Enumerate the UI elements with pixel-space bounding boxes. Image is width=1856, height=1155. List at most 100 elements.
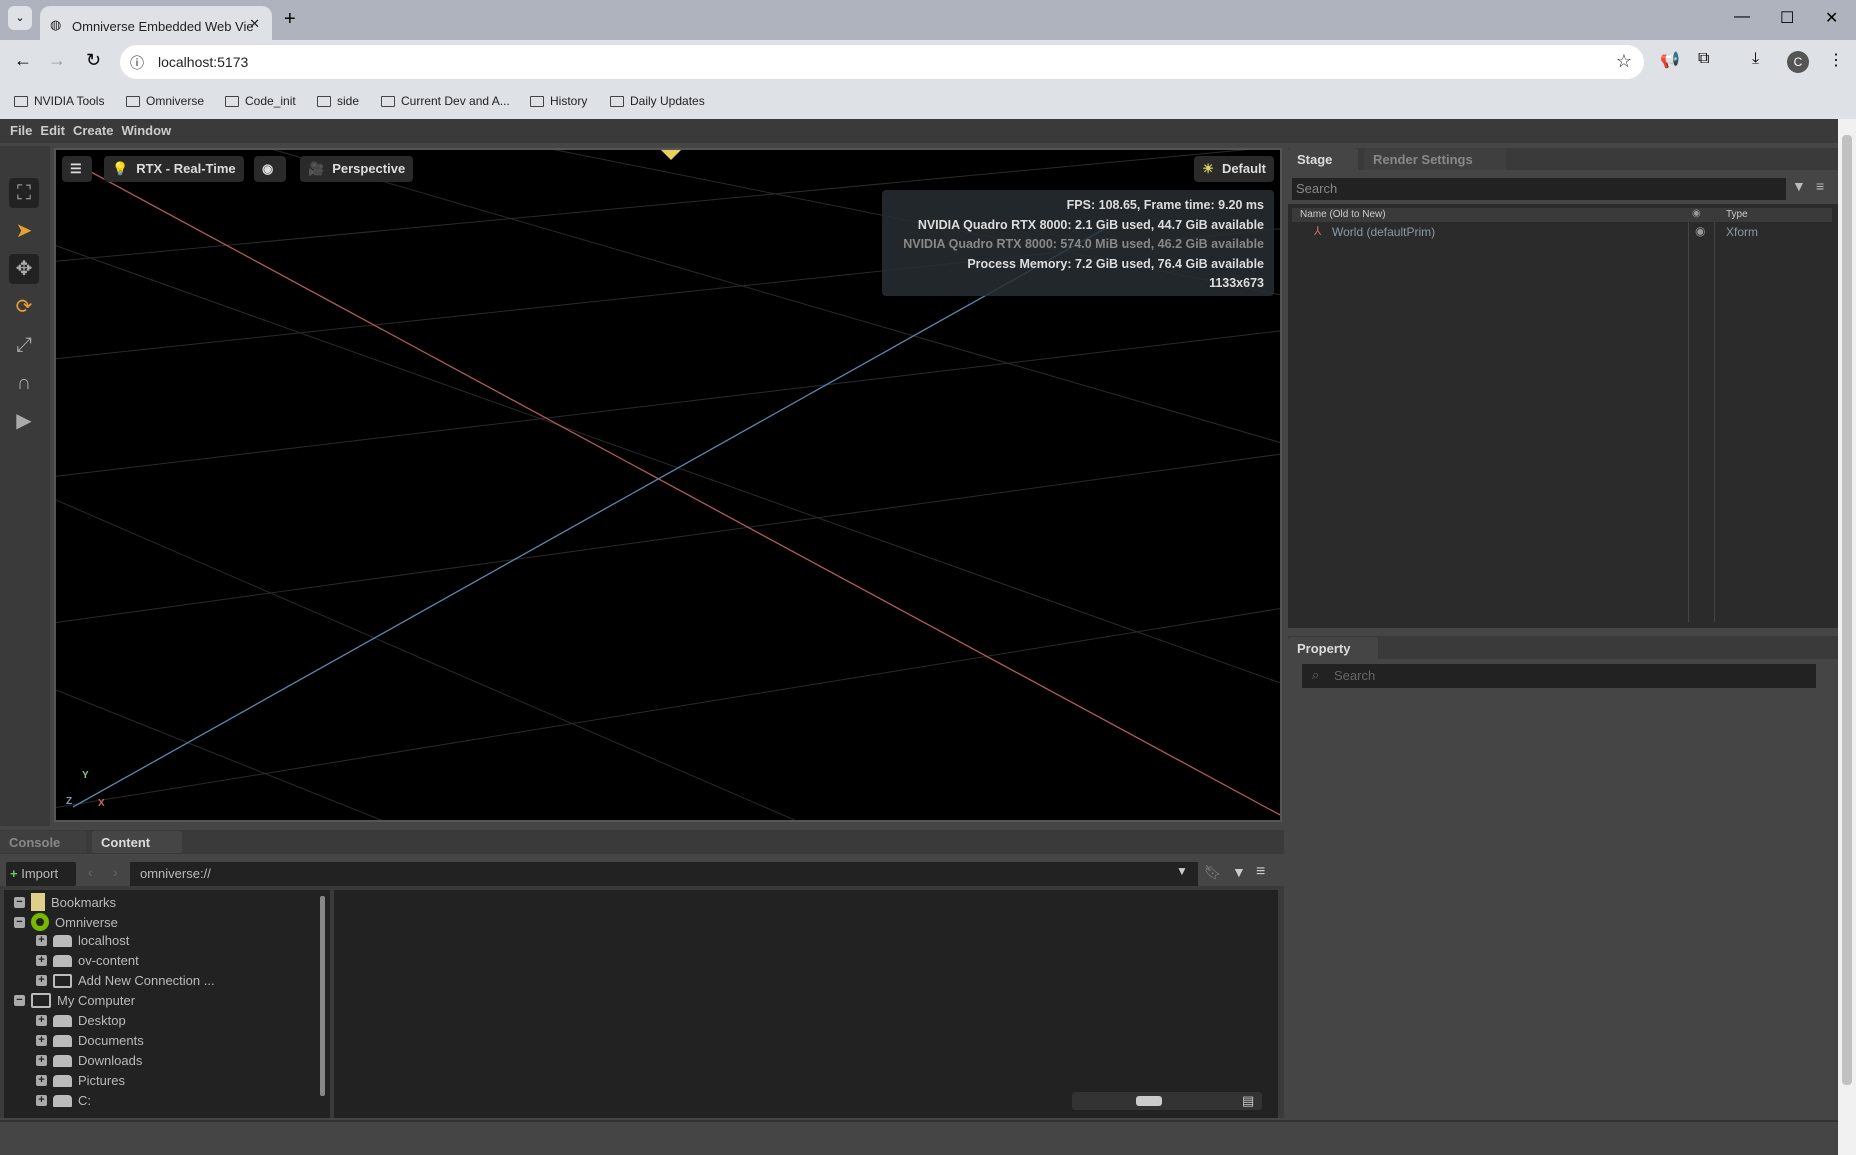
import-button[interactable]: + Import <box>6 862 76 886</box>
tab-search-button[interactable]: ⌄ <box>8 6 32 30</box>
tab-console[interactable]: Console <box>0 831 86 853</box>
tree-item[interactable]: + Downloads <box>36 1053 142 1068</box>
close-tab-icon[interactable]: ✕ <box>249 16 260 32</box>
bookmark-folder[interactable]: Code_init <box>225 94 296 108</box>
options-menu-icon[interactable]: ≡ <box>1816 178 1824 194</box>
bookmark-folder[interactable]: Omniverse <box>126 94 204 108</box>
page-scrollbar[interactable] <box>1838 119 1856 1155</box>
bookmark-folder[interactable]: Daily Updates <box>610 94 705 108</box>
url-text: localhost:5173 <box>158 54 249 70</box>
camera-button[interactable]: 🎥 Perspective <box>300 156 414 182</box>
bookmark-folder[interactable]: NVIDIA Tools <box>14 94 104 108</box>
collapse-icon[interactable]: − <box>14 916 25 928</box>
browser-menu-icon[interactable]: ⋮ <box>1828 50 1844 70</box>
thumbnail-size-slider[interactable]: ▤ <box>1072 1092 1262 1110</box>
rotate-icon[interactable]: ⟳ <box>9 292 39 322</box>
path-input[interactable]: omniverse:// <box>130 862 1198 886</box>
forward-nav-button[interactable]: › <box>113 864 118 880</box>
new-tab-button[interactable]: + <box>284 8 296 31</box>
folder-icon <box>14 95 28 107</box>
stage-search-input[interactable]: Search <box>1292 178 1786 200</box>
tree-item[interactable]: + Add New Connection ... <box>36 973 215 988</box>
render-mode-button[interactable]: 💡 RTX - Real-Time <box>104 156 244 182</box>
scale-icon[interactable]: ⤢ <box>9 330 39 360</box>
back-nav-button[interactable]: ‹ <box>88 864 93 880</box>
profile-avatar[interactable]: C <box>1787 51 1809 73</box>
snap-magnet-icon[interactable]: ∩ <box>9 368 39 398</box>
extension-megaphone-icon[interactable]: 📢 <box>1660 50 1680 70</box>
move-icon[interactable]: ✥ <box>9 254 39 284</box>
axis-gizmo: Y Z X <box>66 770 106 810</box>
tree-scrollbar[interactable] <box>320 896 325 1096</box>
expand-icon[interactable]: + <box>36 1075 47 1086</box>
tree-item-label: ov-content <box>78 953 139 968</box>
bookmark-folder[interactable]: History <box>530 94 587 108</box>
browser-tab[interactable]: ◍ Omniverse Embedded Web Vie ✕ <box>40 6 272 40</box>
tree-item[interactable]: + Desktop <box>36 1013 126 1028</box>
bookmark-star-icon[interactable]: ☆ <box>1616 51 1632 72</box>
options-menu-icon[interactable]: ≡ <box>1256 863 1265 881</box>
expand-icon[interactable]: + <box>36 1015 47 1026</box>
select-arrow-icon[interactable]: ➤ <box>9 216 39 246</box>
tab-property[interactable]: Property <box>1288 637 1378 659</box>
tree-item[interactable]: + Pictures <box>36 1073 125 1088</box>
lighting-button[interactable]: ☀ Default <box>1194 156 1274 182</box>
menu-file[interactable]: File <box>10 123 32 139</box>
maximize-button[interactable]: ☐ <box>1780 8 1794 28</box>
type-column-header[interactable]: Type <box>1726 209 1748 220</box>
viewport-settings-button[interactable]: ☰ <box>62 156 92 182</box>
collapse-icon[interactable]: − <box>14 995 25 1006</box>
menu-window[interactable]: Window <box>121 123 171 139</box>
visibility-eye-icon[interactable]: ◉ <box>1695 224 1705 238</box>
tab-stage[interactable]: Stage <box>1288 148 1358 170</box>
play-icon[interactable]: ▶ <box>9 406 39 436</box>
bookmark-path-icon[interactable]: 🔖︎ <box>1204 864 1222 881</box>
extensions-icon[interactable]: ⧉ <box>1698 50 1709 68</box>
tree-item[interactable]: − My Computer <box>14 993 135 1008</box>
viewport[interactable]: ☰ 💡 RTX - Real-Time ◉ 🎥 Perspective ☀ Defau… <box>54 148 1282 822</box>
bookmark-folder[interactable]: Current Dev and A... <box>381 94 510 108</box>
omniverse-icon <box>31 913 49 931</box>
tree-item[interactable]: + ov-content <box>36 953 139 968</box>
path-dropdown-icon[interactable]: ▼ <box>1176 864 1188 878</box>
bookmark-folder[interactable]: side <box>317 94 359 108</box>
tree-item[interactable]: − Omniverse <box>14 913 118 931</box>
scrollbar-thumb[interactable] <box>1842 135 1852 1085</box>
tree-item[interactable]: + localhost <box>36 933 129 948</box>
stage-row-world[interactable]: ⅄ World (defaultPrim) ◉ Xform <box>1292 224 1832 242</box>
slider-handle[interactable] <box>1136 1096 1162 1106</box>
expand-icon[interactable]: + <box>36 975 47 986</box>
expand-icon[interactable]: + <box>36 1095 47 1106</box>
tab-render-settings[interactable]: Render Settings <box>1364 148 1506 170</box>
select-mode-icon[interactable]: ⛶ <box>9 178 39 208</box>
tab-content[interactable]: Content <box>92 831 182 853</box>
address-bar[interactable]: ⓘ localhost:5173 ☆ <box>120 45 1644 79</box>
tree-item[interactable]: + Documents <box>36 1033 144 1048</box>
forward-button[interactable]: → <box>48 50 66 71</box>
back-button[interactable]: ← <box>14 50 32 71</box>
expand-icon[interactable]: + <box>36 1035 47 1046</box>
close-window-button[interactable]: ✕ <box>1825 8 1838 28</box>
expand-icon[interactable]: + <box>36 955 47 966</box>
plus-icon: + <box>10 866 18 881</box>
expand-icon[interactable]: + <box>36 935 47 946</box>
property-search-input[interactable]: ⌕ Search <box>1302 664 1816 688</box>
name-column-header[interactable]: Name (Old to New) <box>1300 209 1386 220</box>
reload-button[interactable]: ↻ <box>86 50 101 71</box>
drive-icon <box>53 954 72 967</box>
tree-item[interactable]: + C: <box>36 1093 91 1108</box>
site-info-icon[interactable]: ⓘ <box>130 53 144 73</box>
menu-edit[interactable]: Edit <box>40 123 65 139</box>
downloads-icon[interactable]: ⤓ <box>1752 50 1759 68</box>
drive-icon <box>53 1054 72 1067</box>
menu-create[interactable]: Create <box>73 123 113 139</box>
minimize-button[interactable]: — <box>1734 8 1750 26</box>
tree-item-label: C: <box>78 1093 91 1108</box>
collapse-icon[interactable]: − <box>14 896 25 908</box>
filter-icon[interactable]: ▼ <box>1232 864 1246 880</box>
visibility-button[interactable]: ◉ <box>254 156 286 182</box>
expand-icon[interactable]: + <box>36 1055 47 1066</box>
tree-item[interactable]: − Bookmarks <box>14 893 116 911</box>
list-view-icon[interactable]: ▤ <box>1242 1093 1254 1109</box>
filter-icon[interactable]: ▼ <box>1792 178 1806 194</box>
